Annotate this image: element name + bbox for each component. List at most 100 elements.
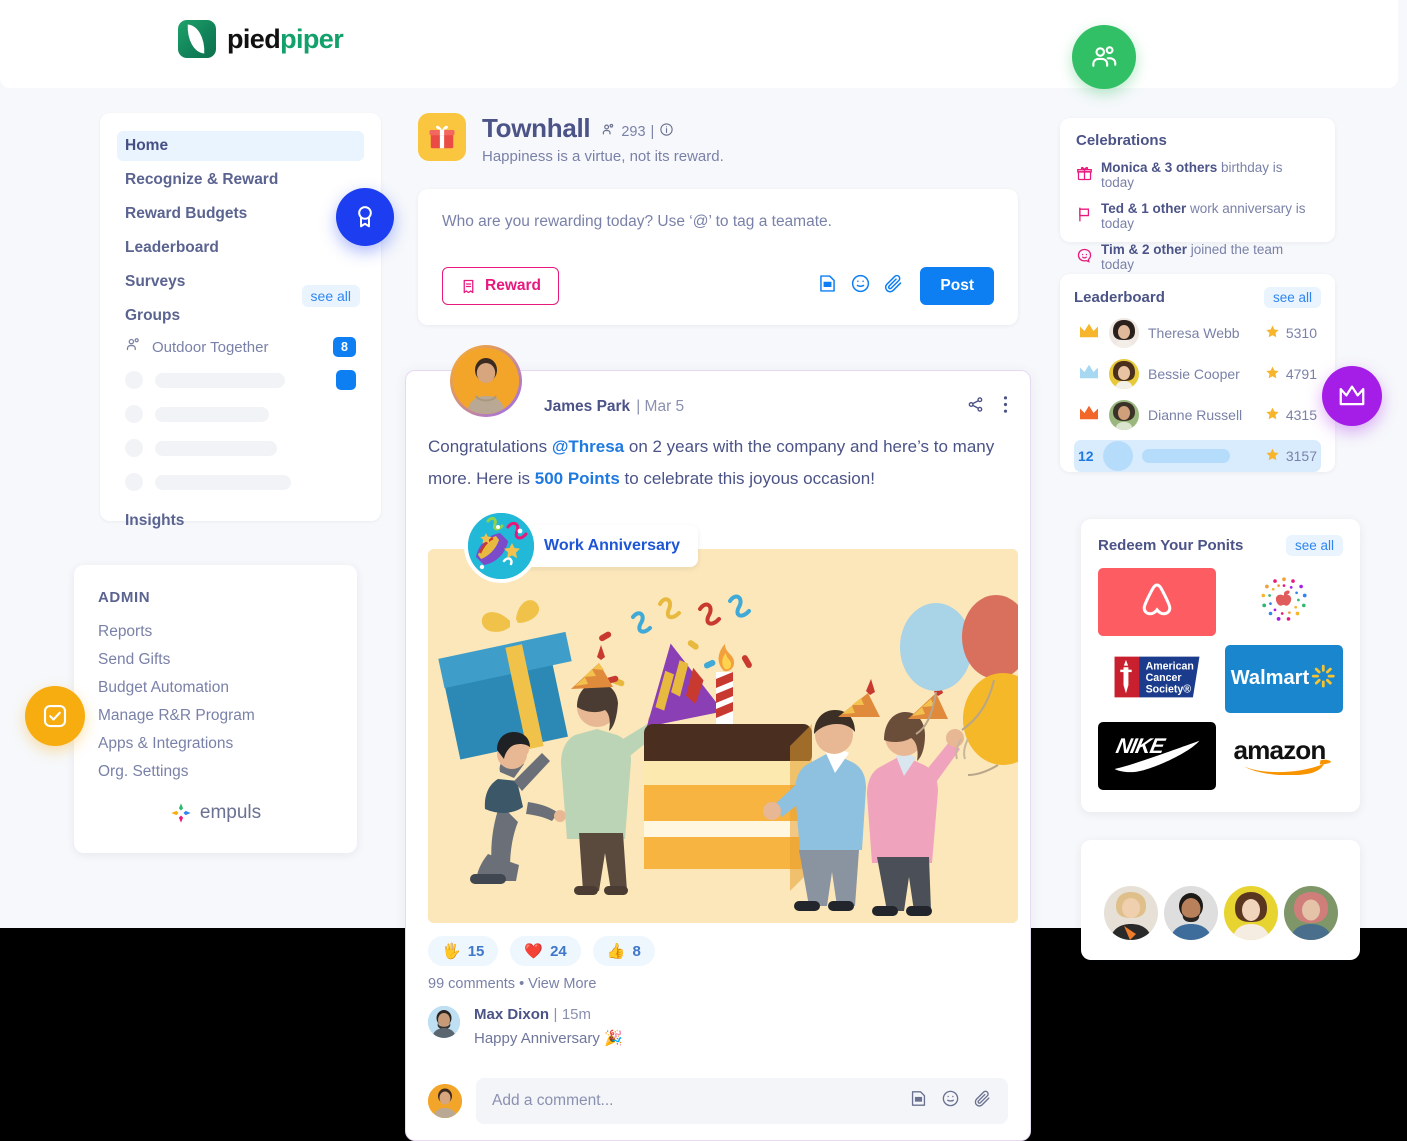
- walmart-logo: Walmart: [1229, 662, 1339, 697]
- avatar[interactable]: [1103, 886, 1158, 940]
- award-ribbon-icon[interactable]: [336, 188, 394, 246]
- leaderboard-points-value: 4791: [1285, 366, 1317, 382]
- check-square-icon[interactable]: [25, 686, 85, 746]
- emoji-icon[interactable]: [941, 1089, 960, 1113]
- celebration-row-anniversary[interactable]: Ted & 1 other work anniversary is today: [1076, 201, 1319, 231]
- sidebar-item-reward-budgets[interactable]: Reward Budgets: [117, 199, 364, 229]
- post-points-highlight: 500 Points: [534, 469, 620, 488]
- skeleton-bar: [155, 440, 277, 456]
- svg-text:amazon: amazon: [1233, 735, 1325, 765]
- sidebar-item-leaderboard[interactable]: Leaderboard: [117, 233, 364, 263]
- leaderboard-points: 3157: [1265, 447, 1317, 465]
- page-title: Townhall: [482, 113, 591, 143]
- airbnb-logo: [1133, 576, 1181, 629]
- brand-card-walmart[interactable]: Walmart: [1225, 645, 1343, 713]
- avatar[interactable]: [450, 345, 522, 417]
- post-author-name[interactable]: James Park: [544, 398, 630, 416]
- admin-item-manage-rr-program[interactable]: Manage R&R Program: [98, 702, 333, 730]
- work-anniversary-label: Work Anniversary: [510, 525, 699, 567]
- skeleton-avatar: [125, 405, 143, 423]
- crown-icon-silver: [1078, 363, 1100, 386]
- gift-box-icon: [418, 113, 466, 161]
- reaction-high-five[interactable]: 🖐 15: [428, 936, 499, 966]
- brand-card-nike[interactable]: NIKE: [1098, 722, 1216, 790]
- leaderboard-row[interactable]: Bessie Cooper 4791: [1074, 358, 1321, 390]
- leaderboard-points-value: 4315: [1285, 407, 1317, 423]
- people-group-icon[interactable]: [1072, 25, 1136, 89]
- composer-input[interactable]: Who are you rewarding today? Use ‘@’ to …: [442, 213, 994, 231]
- reward-button[interactable]: Reward: [442, 267, 559, 305]
- skeleton-bar: [155, 372, 285, 388]
- brand-card-amazon[interactable]: amazon: [1225, 722, 1343, 790]
- leaderboard-see-all-link[interactable]: see all: [1263, 287, 1321, 308]
- add-comment-icon-group: [909, 1089, 992, 1113]
- sidebar-nav: Home Recognize & Reward Reward Budgets L…: [100, 113, 381, 529]
- gift-ticket-icon: [463, 279, 474, 293]
- sidebar-group-label: Outdoor Together: [152, 338, 269, 356]
- celebration-row-birthday[interactable]: Monica & 3 others birthday is today: [1076, 160, 1319, 190]
- sidebar-item-recognize-reward[interactable]: Recognize & Reward: [117, 165, 364, 195]
- brand-logo[interactable]: piedpiper: [178, 20, 344, 58]
- celebration-row-new-joiner[interactable]: Tim & 2 other joined the team today: [1076, 242, 1319, 272]
- reaction-thumbs-up[interactable]: 👍 8: [592, 936, 655, 966]
- channel-subtitle: Happiness is a virtue, not its reward.: [482, 148, 724, 165]
- gif-icon[interactable]: [909, 1089, 928, 1113]
- crown-icon[interactable]: [1322, 366, 1382, 426]
- emoji-icon[interactable]: [850, 273, 871, 299]
- leaderboard-points-value: 5310: [1285, 325, 1317, 341]
- groups-see-all-link[interactable]: see all: [301, 285, 360, 307]
- admin-item-apps-integrations[interactable]: Apps & Integrations: [98, 730, 333, 758]
- more-vertical-icon[interactable]: [1003, 395, 1008, 419]
- empuls-footer-logo: empuls: [98, 802, 333, 824]
- admin-item-org-settings[interactable]: Org. Settings: [98, 758, 333, 786]
- share-icon[interactable]: [966, 395, 985, 419]
- sidebar-item-insights[interactable]: Insights: [117, 512, 364, 530]
- post-mention[interactable]: @Thresa: [552, 437, 624, 456]
- reward-button-label: Reward: [485, 277, 541, 294]
- admin-item-budget-automation[interactable]: Budget Automation: [98, 674, 333, 702]
- leaderboard-points-value: 3157: [1285, 448, 1317, 464]
- gif-icon[interactable]: [817, 273, 838, 299]
- sidebar-skeleton-item: [117, 431, 364, 465]
- avatar[interactable]: [1163, 886, 1218, 940]
- composer-icon-group: [817, 273, 904, 299]
- sidebar-group-outdoor-together[interactable]: Outdoor Together 8: [117, 331, 364, 363]
- feed-post: James Park | Mar 5 Congratulations @Thre…: [405, 345, 1031, 1141]
- admin-item-send-gifts[interactable]: Send Gifts: [98, 646, 333, 674]
- svg-text:NIKE: NIKE: [1114, 734, 1168, 758]
- app-canvas: piedpiper Home Recognize & Reward Reward…: [0, 0, 1407, 1141]
- celebration-names: Tim & 2 other: [1101, 242, 1188, 257]
- comments-meta[interactable]: 99 comments • View More: [428, 976, 596, 992]
- people-avatars-card: [1081, 840, 1360, 960]
- avatar: [428, 1006, 460, 1038]
- reaction-heart[interactable]: ❤️ 24: [510, 936, 581, 966]
- brand-card-apple[interactable]: [1225, 568, 1343, 636]
- brand-name: piedpiper: [227, 24, 344, 55]
- attachment-icon[interactable]: [973, 1089, 992, 1113]
- brand-card-american-cancer-society[interactable]: American Cancer Society®: [1098, 645, 1216, 713]
- comment-time: 15m: [561, 1006, 592, 1023]
- avatar[interactable]: [1223, 886, 1278, 940]
- post-button[interactable]: Post: [920, 267, 994, 305]
- heart-emoji: ❤️: [524, 943, 544, 960]
- admin-item-reports[interactable]: Reports: [98, 618, 333, 646]
- skeleton-avatar: [125, 371, 143, 389]
- post-date-value: Mar 5: [644, 398, 685, 415]
- leaderboard-row[interactable]: Dianne Russell 4315: [1074, 399, 1321, 431]
- leaderboard-row-current-user[interactable]: 12 3157: [1074, 440, 1321, 472]
- sidebar-item-home[interactable]: Home: [117, 131, 364, 161]
- leaderboard-row[interactable]: Theresa Webb 5310: [1074, 317, 1321, 349]
- brand-card-airbnb[interactable]: [1098, 568, 1216, 636]
- add-comment-row: Add a comment...: [428, 1078, 1008, 1124]
- avatar: [1109, 400, 1139, 430]
- post-text: Congratulations @Thresa on 2 years with …: [428, 431, 1008, 495]
- sidebar-skeleton-item: [117, 363, 364, 397]
- attachment-icon[interactable]: [883, 273, 904, 299]
- redeem-see-all-link[interactable]: see all: [1285, 535, 1343, 556]
- info-circle-icon[interactable]: [659, 122, 674, 141]
- leaderboard-name: Theresa Webb: [1148, 325, 1240, 341]
- add-comment-input[interactable]: Add a comment...: [476, 1078, 1008, 1124]
- avatar[interactable]: [1283, 886, 1338, 940]
- admin-panel: ADMIN Reports Send Gifts Budget Automati…: [74, 565, 357, 853]
- skeleton-bar: [155, 406, 269, 422]
